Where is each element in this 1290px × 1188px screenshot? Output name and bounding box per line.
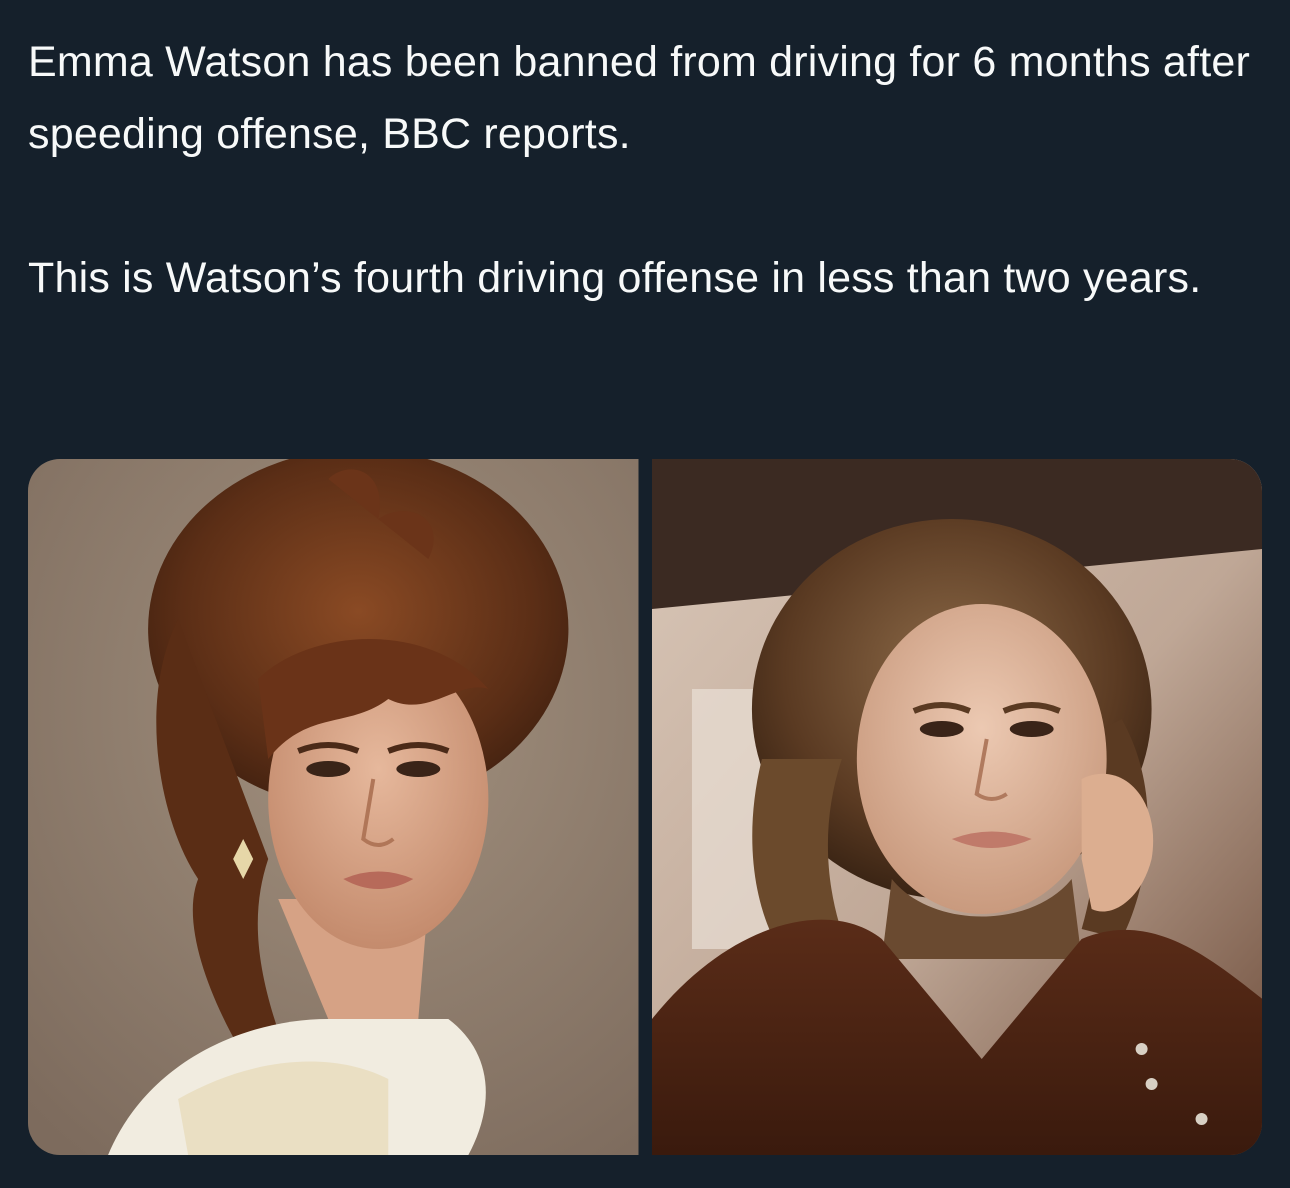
photo-left[interactable] [28,459,639,1155]
media-grid [28,459,1262,1155]
tweet-paragraph-1: Emma Watson has been banned from driving… [28,38,1250,158]
tweet-text: Emma Watson has been banned from driving… [28,26,1268,314]
portrait-right-image [651,459,1262,1155]
photo-right[interactable] [651,459,1262,1155]
tweet-paragraph-2: This is Watson’s fourth driving offense … [28,254,1202,302]
portrait-left-image [28,459,639,1155]
